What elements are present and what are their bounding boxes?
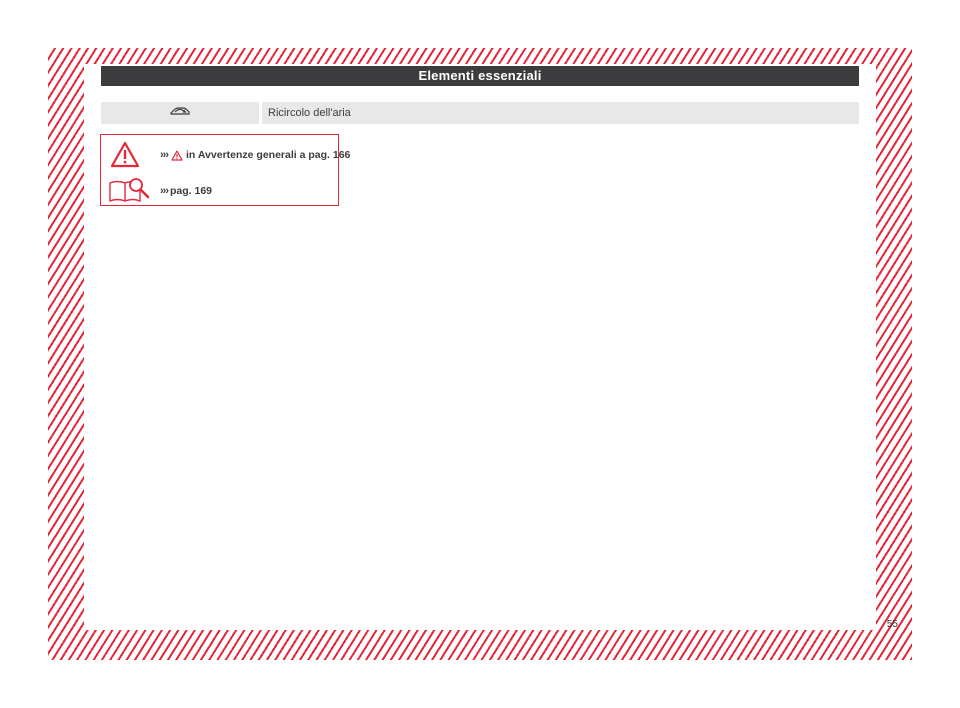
table-cell-separator (259, 102, 262, 124)
page-reference[interactable]: ››› pag. 169 (160, 185, 212, 197)
air-recirculation-icon (169, 104, 191, 122)
warning-reference[interactable]: ››› in Avvertenze generali a pag. 166 (160, 149, 350, 161)
table-cell-icon (101, 102, 259, 124)
page-number: 55 (886, 619, 898, 630)
reference-arrow: ››› (160, 185, 169, 197)
table-cell-label: Ricircolo dell'aria (268, 107, 351, 119)
reference-box: ››› in Avvertenze generali a pag. 166 ››… (100, 134, 350, 208)
manual-book-magnifier-icon (107, 177, 155, 208)
warning-triangle-icon (110, 141, 140, 173)
table-row: Ricircolo dell'aria (101, 102, 859, 124)
reference-arrow: ››› (160, 149, 169, 161)
inline-warning-icon (171, 149, 183, 161)
page-reference-text: pag. 169 (170, 185, 213, 197)
section-header: Elementi essenziali (101, 66, 859, 86)
section-title: Elementi essenziali (418, 68, 542, 83)
warning-reference-text: in Avvertenze generali a pag. 166 (186, 149, 351, 161)
